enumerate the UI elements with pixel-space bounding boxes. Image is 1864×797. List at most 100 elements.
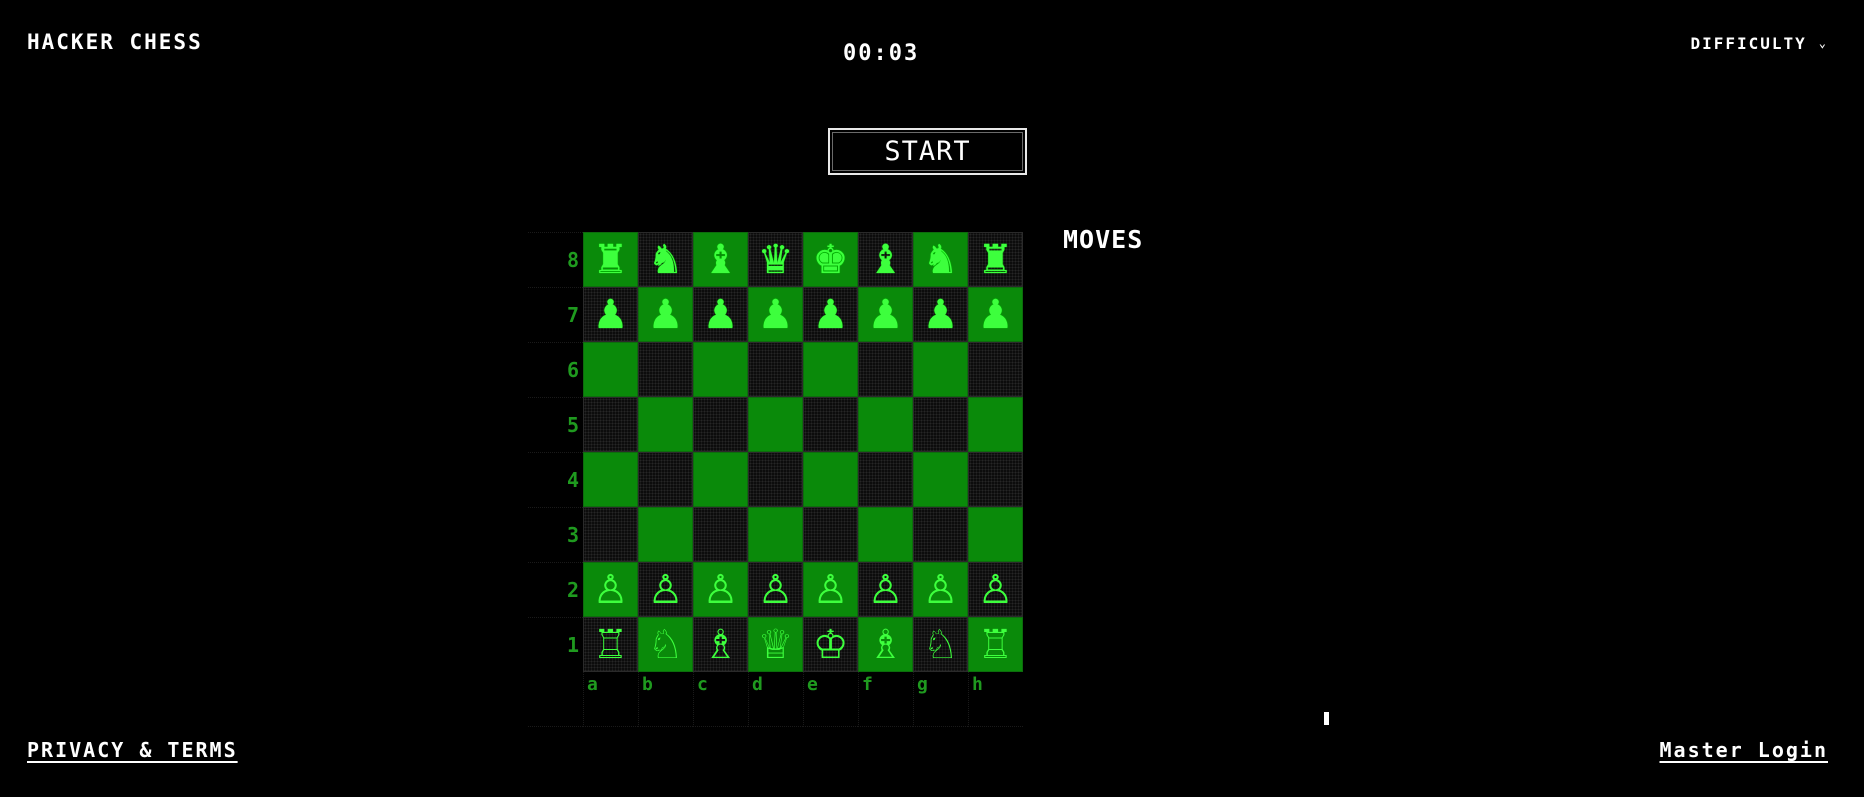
board-square-e3[interactable]	[803, 507, 858, 562]
board-square-g4[interactable]	[913, 452, 968, 507]
board-square-a8[interactable]: ♜	[583, 232, 638, 287]
difficulty-dropdown[interactable]: DIFFICULTY ⌄	[1690, 34, 1828, 53]
chess-piece-icon[interactable]: ♝	[868, 240, 904, 280]
board-square-e7[interactable]: ♟	[803, 287, 858, 342]
board-square-c1[interactable]: ♗	[693, 617, 748, 672]
board-square-g3[interactable]	[913, 507, 968, 562]
chess-piece-icon[interactable]: ♟	[923, 295, 959, 335]
chess-piece-icon[interactable]: ♜	[978, 240, 1014, 280]
chess-piece-icon[interactable]: ♔	[813, 625, 849, 665]
board-square-d7[interactable]: ♟	[748, 287, 803, 342]
board-square-e2[interactable]: ♙	[803, 562, 858, 617]
board-square-c5[interactable]	[693, 397, 748, 452]
board-square-f6[interactable]	[858, 342, 913, 397]
board-square-c4[interactable]	[693, 452, 748, 507]
board-square-c3[interactable]	[693, 507, 748, 562]
board-square-d6[interactable]	[748, 342, 803, 397]
board-square-g7[interactable]: ♟	[913, 287, 968, 342]
board-square-a6[interactable]	[583, 342, 638, 397]
chess-piece-icon[interactable]: ♙	[593, 570, 629, 610]
master-login-link[interactable]: Master Login	[1660, 738, 1829, 762]
chess-piece-icon[interactable]: ♙	[648, 570, 684, 610]
chess-piece-icon[interactable]: ♟	[978, 295, 1014, 335]
chess-piece-icon[interactable]: ♝	[703, 240, 739, 280]
board-square-f8[interactable]: ♝	[858, 232, 913, 287]
board-square-h6[interactable]	[968, 342, 1023, 397]
board-square-f4[interactable]	[858, 452, 913, 507]
board-square-b7[interactable]: ♟	[638, 287, 693, 342]
chess-piece-icon[interactable]: ♟	[648, 295, 684, 335]
board-square-h8[interactable]: ♜	[968, 232, 1023, 287]
chess-piece-icon[interactable]: ♙	[758, 570, 794, 610]
board-square-h3[interactable]	[968, 507, 1023, 562]
board-square-d4[interactable]	[748, 452, 803, 507]
board-square-d1[interactable]: ♕	[748, 617, 803, 672]
chess-piece-icon[interactable]: ♕	[758, 625, 794, 665]
chess-piece-icon[interactable]: ♚	[813, 240, 849, 280]
chess-piece-icon[interactable]: ♘	[648, 625, 684, 665]
board-square-f1[interactable]: ♗	[858, 617, 913, 672]
chess-piece-icon[interactable]: ♟	[758, 295, 794, 335]
chess-piece-icon[interactable]: ♟	[868, 295, 904, 335]
board-square-h2[interactable]: ♙	[968, 562, 1023, 617]
chess-piece-icon[interactable]: ♘	[923, 625, 959, 665]
board-square-a2[interactable]: ♙	[583, 562, 638, 617]
board-square-g5[interactable]	[913, 397, 968, 452]
board-square-g1[interactable]: ♘	[913, 617, 968, 672]
board-square-b8[interactable]: ♞	[638, 232, 693, 287]
chess-piece-icon[interactable]: ♛	[758, 240, 794, 280]
board-square-g2[interactable]: ♙	[913, 562, 968, 617]
board-square-f2[interactable]: ♙	[858, 562, 913, 617]
board-square-d5[interactable]	[748, 397, 803, 452]
board-square-b1[interactable]: ♘	[638, 617, 693, 672]
board-square-a4[interactable]	[583, 452, 638, 507]
board-square-c2[interactable]: ♙	[693, 562, 748, 617]
board-square-e1[interactable]: ♔	[803, 617, 858, 672]
board-square-f3[interactable]	[858, 507, 913, 562]
chess-piece-icon[interactable]: ♙	[813, 570, 849, 610]
board-square-h7[interactable]: ♟	[968, 287, 1023, 342]
board-square-d3[interactable]	[748, 507, 803, 562]
board-square-c8[interactable]: ♝	[693, 232, 748, 287]
board-square-g8[interactable]: ♞	[913, 232, 968, 287]
board-square-h1[interactable]: ♖	[968, 617, 1023, 672]
privacy-terms-link[interactable]: PRIVACY & TERMS	[27, 738, 238, 762]
chess-piece-icon[interactable]: ♙	[978, 570, 1014, 610]
chess-piece-icon[interactable]: ♟	[593, 295, 629, 335]
chess-piece-icon[interactable]: ♙	[703, 570, 739, 610]
board-square-e6[interactable]	[803, 342, 858, 397]
board-square-a1[interactable]: ♖	[583, 617, 638, 672]
board-square-b2[interactable]: ♙	[638, 562, 693, 617]
board-square-b5[interactable]	[638, 397, 693, 452]
board-square-f5[interactable]	[858, 397, 913, 452]
board-square-a5[interactable]	[583, 397, 638, 452]
board-square-b4[interactable]	[638, 452, 693, 507]
chess-piece-icon[interactable]: ♖	[593, 625, 629, 665]
chess-piece-icon[interactable]: ♞	[923, 240, 959, 280]
board-square-e5[interactable]	[803, 397, 858, 452]
board-square-h4[interactable]	[968, 452, 1023, 507]
board-square-h5[interactable]	[968, 397, 1023, 452]
chess-piece-icon[interactable]: ♜	[593, 240, 629, 280]
board-square-c6[interactable]	[693, 342, 748, 397]
board-square-f7[interactable]: ♟	[858, 287, 913, 342]
board-square-a7[interactable]: ♟	[583, 287, 638, 342]
board-square-g6[interactable]	[913, 342, 968, 397]
chess-piece-icon[interactable]: ♖	[978, 625, 1014, 665]
board-square-c7[interactable]: ♟	[693, 287, 748, 342]
board-square-e8[interactable]: ♚	[803, 232, 858, 287]
chess-piece-icon[interactable]: ♟	[703, 295, 739, 335]
start-button[interactable]: START	[828, 128, 1027, 175]
board-square-b3[interactable]	[638, 507, 693, 562]
board-square-a3[interactable]	[583, 507, 638, 562]
board-square-b6[interactable]	[638, 342, 693, 397]
board-square-d8[interactable]: ♛	[748, 232, 803, 287]
chess-piece-icon[interactable]: ♞	[648, 240, 684, 280]
chess-piece-icon[interactable]: ♗	[703, 625, 739, 665]
chess-piece-icon[interactable]: ♟	[813, 295, 849, 335]
chess-piece-icon[interactable]: ♗	[868, 625, 904, 665]
chess-piece-icon[interactable]: ♙	[923, 570, 959, 610]
board-square-e4[interactable]	[803, 452, 858, 507]
board-square-d2[interactable]: ♙	[748, 562, 803, 617]
chess-piece-icon[interactable]: ♙	[868, 570, 904, 610]
